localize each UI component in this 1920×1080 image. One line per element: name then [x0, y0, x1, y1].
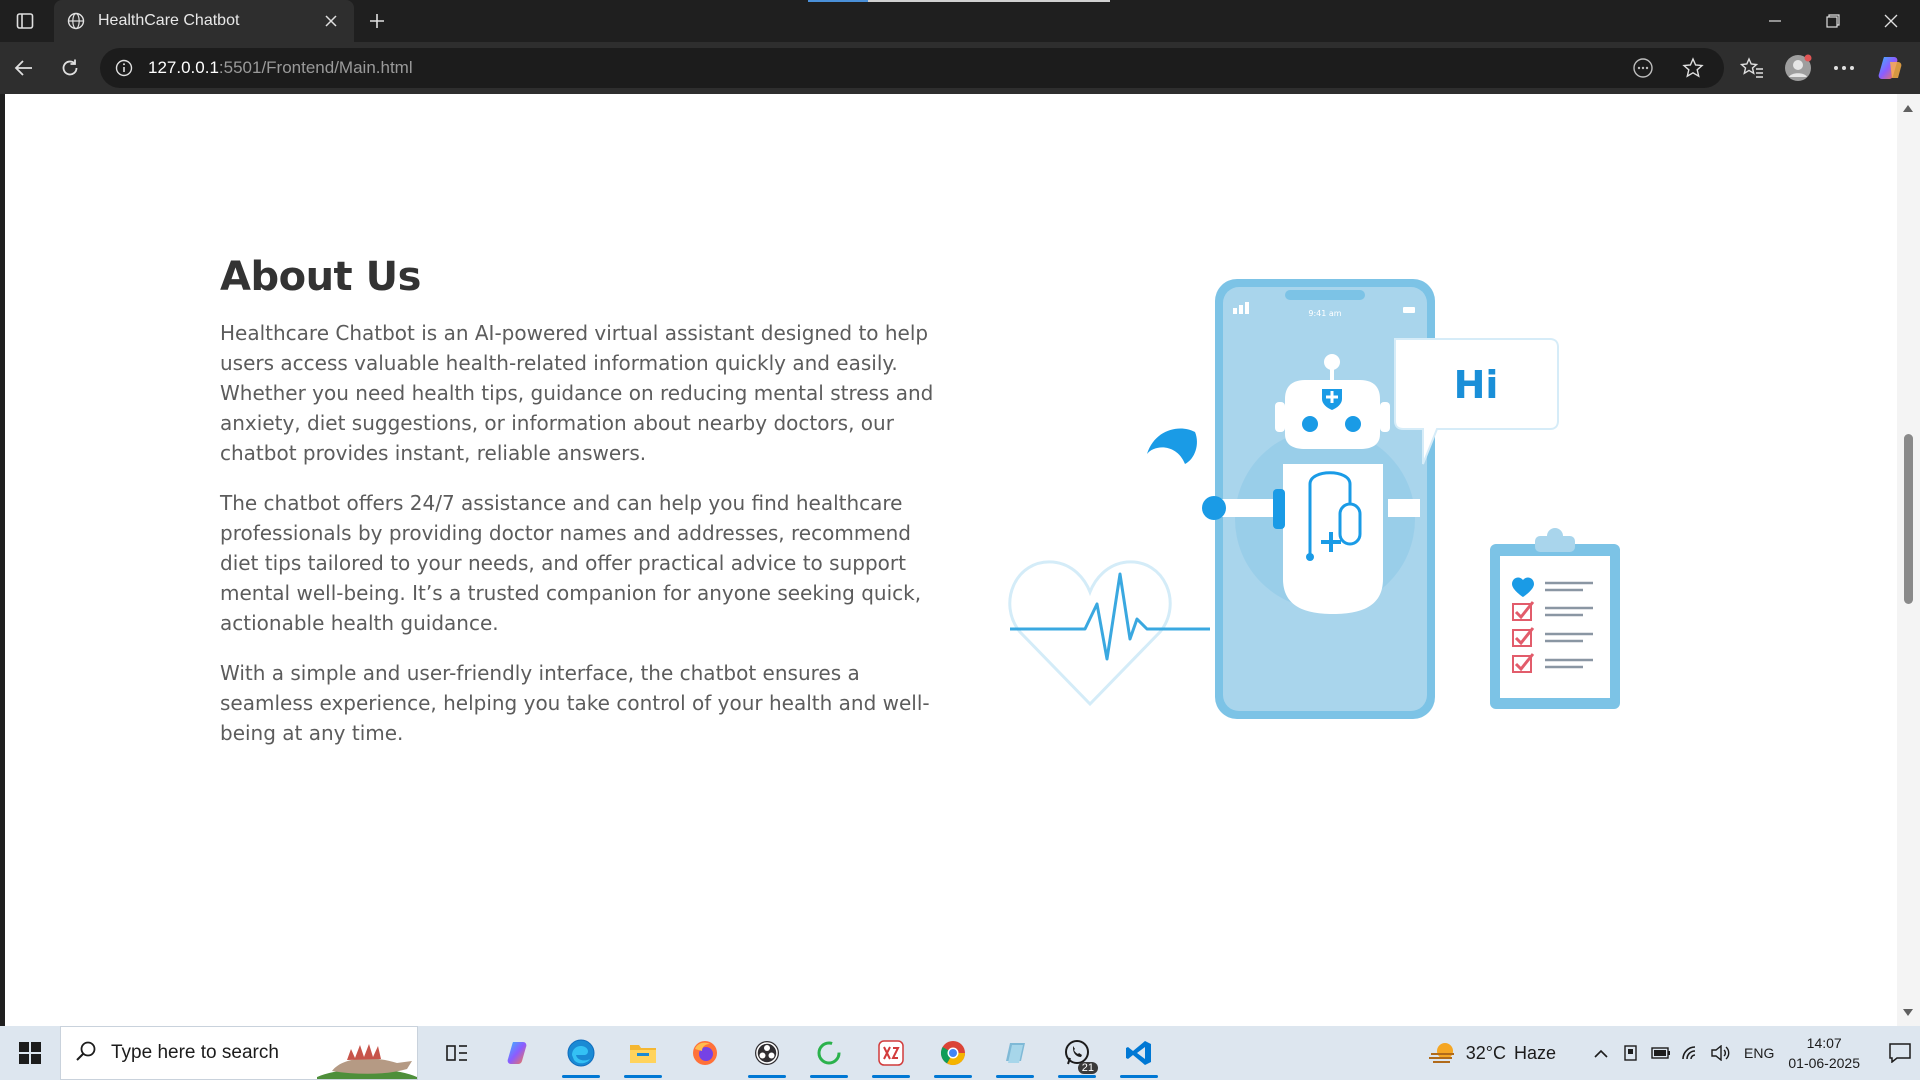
minimize-icon[interactable]	[1746, 0, 1804, 42]
browser-toolbar: 127.0.0.1:5501/Frontend/Main.html	[0, 42, 1920, 94]
tab-title: HealthCare Chatbot	[98, 12, 240, 29]
whatsapp-icon[interactable]: 21	[1046, 1026, 1108, 1080]
kingsoft-office-icon[interactable]	[860, 1026, 922, 1080]
search-highlight-dinosaur-icon	[317, 1044, 417, 1079]
active-tab[interactable]: HealthCare Chatbot	[54, 0, 354, 42]
site-info-icon[interactable]	[114, 58, 134, 78]
phone-status-time: 9:41 am	[1308, 309, 1341, 318]
about-paragraph-3: With a simple and user-friendly interfac…	[220, 661, 930, 745]
heartbeat-icon	[1008, 560, 1210, 707]
chrome-icon[interactable]	[922, 1026, 984, 1080]
close-tab-icon[interactable]	[320, 10, 342, 32]
about-paragraph-2: The chatbot offers 24/7 assistance and c…	[220, 491, 922, 635]
url-path: :5501/Frontend/Main.html	[218, 58, 413, 77]
windows-start-icon[interactable]	[0, 1026, 60, 1080]
vscode-icon[interactable]	[1108, 1026, 1170, 1080]
search-placeholder: Type here to search	[111, 1042, 279, 1063]
clipboard-icon	[1490, 528, 1620, 709]
browser-tab-bar: HealthCare Chatbot	[0, 0, 1920, 42]
taskbar-search-box[interactable]: Type here to search	[60, 1026, 418, 1080]
restore-icon[interactable]	[1804, 0, 1862, 42]
system-tray: 32°C Haze ENG 14:07 01-06-2025	[1428, 1026, 1920, 1080]
weather-desc: Haze	[1514, 1042, 1557, 1063]
chatbot-illustration: 9:41 am Hi	[1008, 279, 1620, 719]
clock[interactable]: 14:07 01-06-2025	[1788, 1033, 1860, 1073]
notes-app-icon[interactable]	[984, 1026, 1046, 1080]
copilot-taskbar-icon[interactable]	[488, 1026, 550, 1080]
about-paragraph-1: Healthcare Chatbot is an AI-powered virt…	[220, 321, 934, 465]
reload-icon[interactable]	[54, 52, 86, 84]
more-options-page-icon[interactable]	[1626, 53, 1660, 83]
file-explorer-icon[interactable]	[612, 1026, 674, 1080]
windows-taskbar: Type here to search 21 32°C Haze ENG 14:…	[0, 1026, 1920, 1080]
clock-date: 01-06-2025	[1788, 1055, 1860, 1071]
back-icon[interactable]	[8, 52, 40, 84]
page-viewport: About Us Healthcare Chatbot is an AI-pow…	[5, 94, 1897, 1026]
chevron-up-icon[interactable]	[1586, 1026, 1616, 1080]
battery-icon[interactable]	[1646, 1026, 1676, 1080]
whatsapp-badge: 21	[1077, 1062, 1098, 1074]
firefox-icon[interactable]	[674, 1026, 736, 1080]
obs-studio-icon[interactable]	[736, 1026, 798, 1080]
notification-center-icon[interactable]	[1880, 1026, 1920, 1080]
scroll-down-icon[interactable]	[1902, 1007, 1914, 1017]
copilot-icon[interactable]	[1872, 50, 1908, 86]
about-heading: About Us	[220, 254, 421, 300]
loading-ring-app-icon[interactable]	[798, 1026, 860, 1080]
globe-icon	[66, 11, 86, 31]
volume-icon[interactable]	[1706, 1026, 1736, 1080]
search-icon	[75, 1040, 97, 1067]
settings-more-icon[interactable]	[1826, 50, 1862, 86]
task-view-icon[interactable]	[426, 1026, 488, 1080]
new-tab-icon[interactable]	[362, 6, 392, 36]
window-controls	[1746, 0, 1920, 42]
clock-time: 14:07	[1806, 1035, 1842, 1051]
favorites-icon[interactable]	[1734, 50, 1770, 86]
haze-sun-icon	[1428, 1043, 1454, 1063]
url-host: 127.0.0.1	[148, 58, 219, 77]
scroll-thumb[interactable]	[1904, 434, 1913, 604]
close-window-icon[interactable]	[1862, 0, 1920, 42]
page-load-indicator	[808, 0, 1110, 2]
weather-temp: 32°C	[1465, 1042, 1506, 1063]
wifi-icon[interactable]	[1676, 1026, 1706, 1080]
favorite-star-icon[interactable]	[1676, 53, 1710, 83]
vertical-scrollbar[interactable]	[1897, 94, 1920, 1026]
profile-avatar[interactable]	[1780, 50, 1816, 86]
about-section: About Us Healthcare Chatbot is an AI-pow…	[220, 254, 940, 768]
speech-hi-text: Hi	[1454, 363, 1499, 407]
tab-actions-icon[interactable]	[10, 6, 40, 36]
address-bar[interactable]: 127.0.0.1:5501/Frontend/Main.html	[100, 48, 1724, 88]
scroll-up-icon[interactable]	[1902, 103, 1914, 113]
language-indicator[interactable]: ENG	[1744, 1045, 1774, 1061]
meet-now-icon[interactable]	[1616, 1026, 1646, 1080]
weather-widget[interactable]: 32°C Haze	[1428, 1040, 1556, 1066]
edge-browser-icon[interactable]	[550, 1026, 612, 1080]
